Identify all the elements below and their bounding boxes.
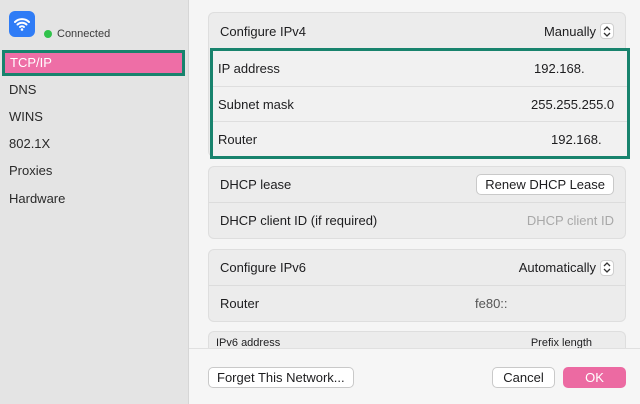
- subnet-mask-field[interactable]: 255.255.255.0: [531, 97, 614, 112]
- configure-ipv4-value: Manually: [543, 23, 596, 39]
- status-dot-icon: [44, 30, 52, 38]
- connection-status: Connected: [44, 28, 110, 40]
- dhcp-card: DHCP lease Renew DHCP Lease DHCP client …: [208, 166, 626, 239]
- renew-dhcp-button[interactable]: Renew DHCP Lease: [476, 174, 614, 195]
- main-panel: Configure IPv4 Manually IP address 192.1…: [189, 0, 640, 404]
- chevron-updown-icon: [600, 23, 614, 39]
- ip-settings-highlight: IP address 192.168. Subnet mask 255.255.…: [210, 48, 630, 159]
- configure-ipv6-label: Configure IPv6: [220, 260, 306, 275]
- subnet-mask-row: Subnet mask 255.255.255.0: [213, 86, 627, 121]
- router-row: Router 192.168.: [213, 121, 627, 156]
- configure-ipv6-row: Configure IPv6 Automatically: [209, 250, 625, 285]
- ipv6-router-value: fe80::: [475, 296, 508, 311]
- sidebar-item-8021x[interactable]: 802.1X: [0, 131, 189, 157]
- configure-ipv4-popup[interactable]: Manually: [544, 23, 614, 39]
- sidebar-item-hardware[interactable]: Hardware: [0, 186, 189, 212]
- chevron-updown-icon: [600, 259, 614, 276]
- sidebar: Connected TCP/IP DNS WINS 802.1X Proxies…: [0, 0, 189, 404]
- sidebar-item-wins[interactable]: WINS: [0, 104, 189, 130]
- configure-ipv4-row: Configure IPv4 Manually: [209, 13, 625, 49]
- status-text: Connected: [57, 28, 111, 40]
- footer-bar: Forget This Network... Cancel OK: [189, 349, 640, 404]
- sidebar-item-tcpip[interactable]: TCP/IP: [2, 50, 185, 76]
- dhcp-client-id-field[interactable]: DHCP client ID: [527, 213, 614, 228]
- wifi-icon: [9, 11, 35, 37]
- configure-ipv6-value: Automatically: [518, 260, 596, 275]
- ipv6-router-label: Router: [220, 296, 260, 311]
- ok-button[interactable]: OK: [563, 367, 626, 388]
- sidebar-item-dns[interactable]: DNS: [0, 77, 189, 103]
- ip-address-field[interactable]: 192.168.: [534, 61, 585, 76]
- router-field[interactable]: 192.168.: [551, 132, 602, 147]
- sidebar-item-proxies[interactable]: Proxies: [0, 158, 189, 184]
- cancel-button[interactable]: Cancel: [492, 367, 555, 388]
- configure-ipv6-popup[interactable]: Automatically: [518, 259, 614, 276]
- configure-ipv4-label: Configure IPv4: [220, 23, 306, 39]
- ipv6-card: Configure IPv6 Automatically Router fe80…: [208, 249, 626, 322]
- dhcp-lease-row: DHCP lease Renew DHCP Lease: [209, 167, 625, 202]
- ipv6-router-row: Router fe80::: [209, 285, 625, 321]
- ip-address-row: IP address 192.168.: [213, 51, 627, 86]
- dhcp-client-id-row: DHCP client ID (if required) DHCP client…: [209, 202, 625, 238]
- forget-network-button[interactable]: Forget This Network...: [208, 367, 354, 388]
